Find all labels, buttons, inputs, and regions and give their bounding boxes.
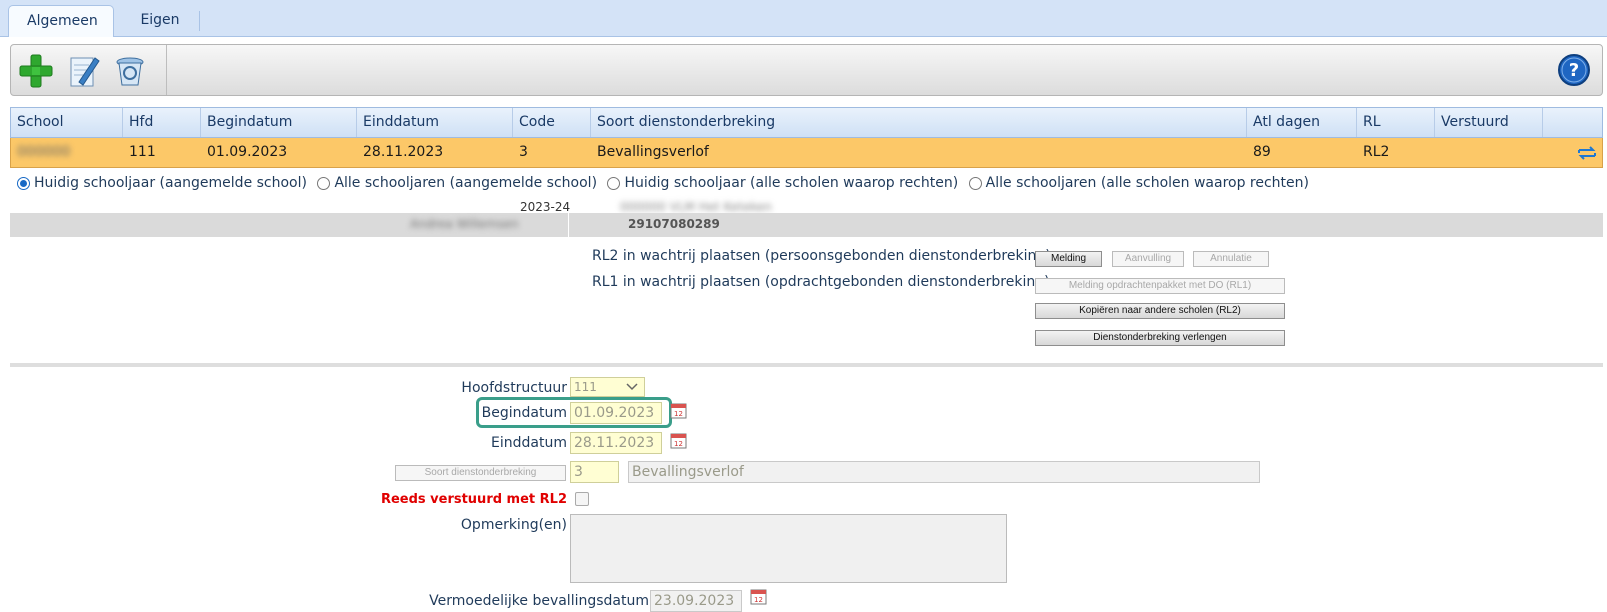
table-row[interactable]: 000000 111 01.09.2023 28.11.2023 3 Beval…: [10, 138, 1603, 168]
tab-eigen[interactable]: Eigen: [122, 5, 200, 37]
melding-rl1-button[interactable]: Melding opdrachtenpakket met DO (RL1): [1035, 278, 1285, 294]
verlengen-button[interactable]: Dienstonderbreking verlengen: [1035, 330, 1285, 346]
cell-verstuurd: [1435, 138, 1441, 167]
annulatie-button[interactable]: Annulatie: [1193, 251, 1269, 267]
melding-button[interactable]: Melding: [1035, 251, 1102, 267]
opmerking-textarea[interactable]: [570, 514, 1007, 583]
radio-alle-alle[interactable]: Alle schooljaren (alle scholen waarop re…: [968, 175, 1309, 191]
header-begindatum[interactable]: Begindatum: [201, 108, 357, 137]
add-icon[interactable]: [17, 52, 55, 90]
header-school[interactable]: School: [11, 108, 123, 137]
schoolyear-label: 2023-24: [520, 200, 571, 214]
radio-alle-aangemeld[interactable]: Alle schooljaren (aangemelde school): [317, 175, 597, 191]
soort-dienstonderbreking-button[interactable]: Soort dienstonderbreking: [395, 465, 566, 481]
begindatum-field[interactable]: 01.09.2023: [570, 402, 662, 424]
reeds-verstuurd-label: Reeds verstuurd met RL2: [380, 492, 567, 507]
tab-bar: Algemeen Eigen: [0, 0, 1607, 37]
radio-huidig-alle[interactable]: Huidig schooljaar (alle scholen waarop r…: [607, 175, 958, 191]
radio-label: Alle schooljaren (aangemelde school): [334, 175, 598, 191]
calendar-icon[interactable]: 12: [670, 402, 687, 419]
cell-code: 3: [519, 144, 528, 160]
cell-school: 000000: [17, 144, 71, 160]
einddatum-field[interactable]: 28.11.2023: [570, 432, 662, 454]
svg-text:?: ?: [1569, 60, 1579, 81]
svg-text:12: 12: [674, 440, 683, 448]
radio-dot: [317, 176, 331, 190]
delete-icon[interactable]: [111, 52, 149, 90]
edit-icon[interactable]: [65, 52, 103, 90]
schoolyear-filter: Huidig schooljaar (aangemelde school) Al…: [17, 175, 1315, 194]
hoofdstructuur-select[interactable]: 111: [570, 377, 645, 397]
grid-header: School Hfd Begindatum Einddatum Code Soo…: [10, 107, 1603, 138]
svg-text:12: 12: [674, 410, 683, 418]
code-field[interactable]: 3: [570, 461, 619, 483]
transfer-icon[interactable]: [1576, 143, 1598, 163]
opmerking-label: Opmerking(en): [460, 517, 567, 533]
help-icon[interactable]: ?: [1557, 53, 1595, 91]
header-atl-dagen[interactable]: Atl dagen: [1247, 108, 1357, 137]
cell-einddatum: 28.11.2023: [363, 144, 444, 160]
hoofdstructuur-value: 111: [574, 380, 597, 394]
header-verstuurd[interactable]: Verstuurd: [1435, 108, 1543, 137]
aanvulling-button[interactable]: Aanvulling: [1112, 251, 1184, 267]
vermoedelijke-label: Vermoedelijke bevallingsdatum: [429, 593, 649, 609]
infobar-divider: [568, 213, 569, 237]
radio-dot: [968, 176, 982, 190]
calendar-icon[interactable]: 12: [750, 588, 767, 605]
calendar-icon[interactable]: 12: [670, 432, 687, 449]
section-divider: [10, 363, 1603, 367]
dienstonderbreking-grid: School Hfd Begindatum Einddatum Code Soo…: [10, 107, 1603, 168]
radio-dot: [607, 176, 621, 190]
header-rl[interactable]: RL: [1357, 108, 1435, 137]
einddatum-label: Einddatum: [491, 435, 567, 451]
header-soort[interactable]: Soort dienstonderbreking: [591, 108, 1247, 137]
header-code[interactable]: Code: [513, 108, 591, 137]
person-number: 29107080289: [628, 217, 720, 231]
chevron-down-icon: [626, 383, 638, 391]
cell-hfd: 111: [129, 144, 156, 160]
begindatum-label: Begindatum: [481, 405, 567, 421]
person-name-blurred: Andrea Willemsen: [410, 217, 519, 231]
reeds-verstuurd-checkbox[interactable]: [575, 492, 589, 506]
radio-label: Huidig schooljaar (alle scholen waarop r…: [624, 175, 959, 191]
radio-huidig-aangemeld[interactable]: Huidig schooljaar (aangemelde school): [17, 175, 307, 191]
school-name-blurred: 000000 VLM Het Keteken: [620, 200, 772, 214]
radio-label: Alle schooljaren (alle scholen waarop re…: [985, 175, 1309, 191]
vermoedelijke-field[interactable]: 23.09.2023: [650, 590, 742, 612]
soort-field: Bevallingsverlof: [628, 461, 1260, 483]
header-einddatum[interactable]: Einddatum: [357, 108, 513, 137]
svg-text:12: 12: [754, 596, 763, 604]
cell-rl: RL2: [1363, 144, 1390, 160]
toolbar-separator: [166, 45, 167, 95]
toolbar: ?: [10, 44, 1603, 96]
radio-label: Huidig schooljaar (aangemelde school): [34, 175, 307, 191]
header-hfd[interactable]: Hfd: [123, 108, 201, 137]
kopieren-button[interactable]: Kopiëren naar andere scholen (RL2): [1035, 303, 1285, 319]
rl1-wachtrij-label: RL1 in wachtrij plaatsen (opdrachtgebond…: [592, 274, 1050, 290]
rl2-wachtrij-label: RL2 in wachtrij plaatsen (persoonsgebond…: [592, 248, 1051, 264]
radio-dot: [17, 176, 30, 190]
tab-algemeen[interactable]: Algemeen: [8, 5, 114, 37]
cell-begindatum: 01.09.2023: [207, 144, 288, 160]
hoofdstructuur-label: Hoofdstructuur: [461, 380, 567, 396]
cell-atl-dagen: 89: [1253, 144, 1271, 160]
person-infobar: Andrea Willemsen 29107080289: [10, 213, 1603, 237]
cell-soort: Bevallingsverlof: [597, 144, 709, 160]
